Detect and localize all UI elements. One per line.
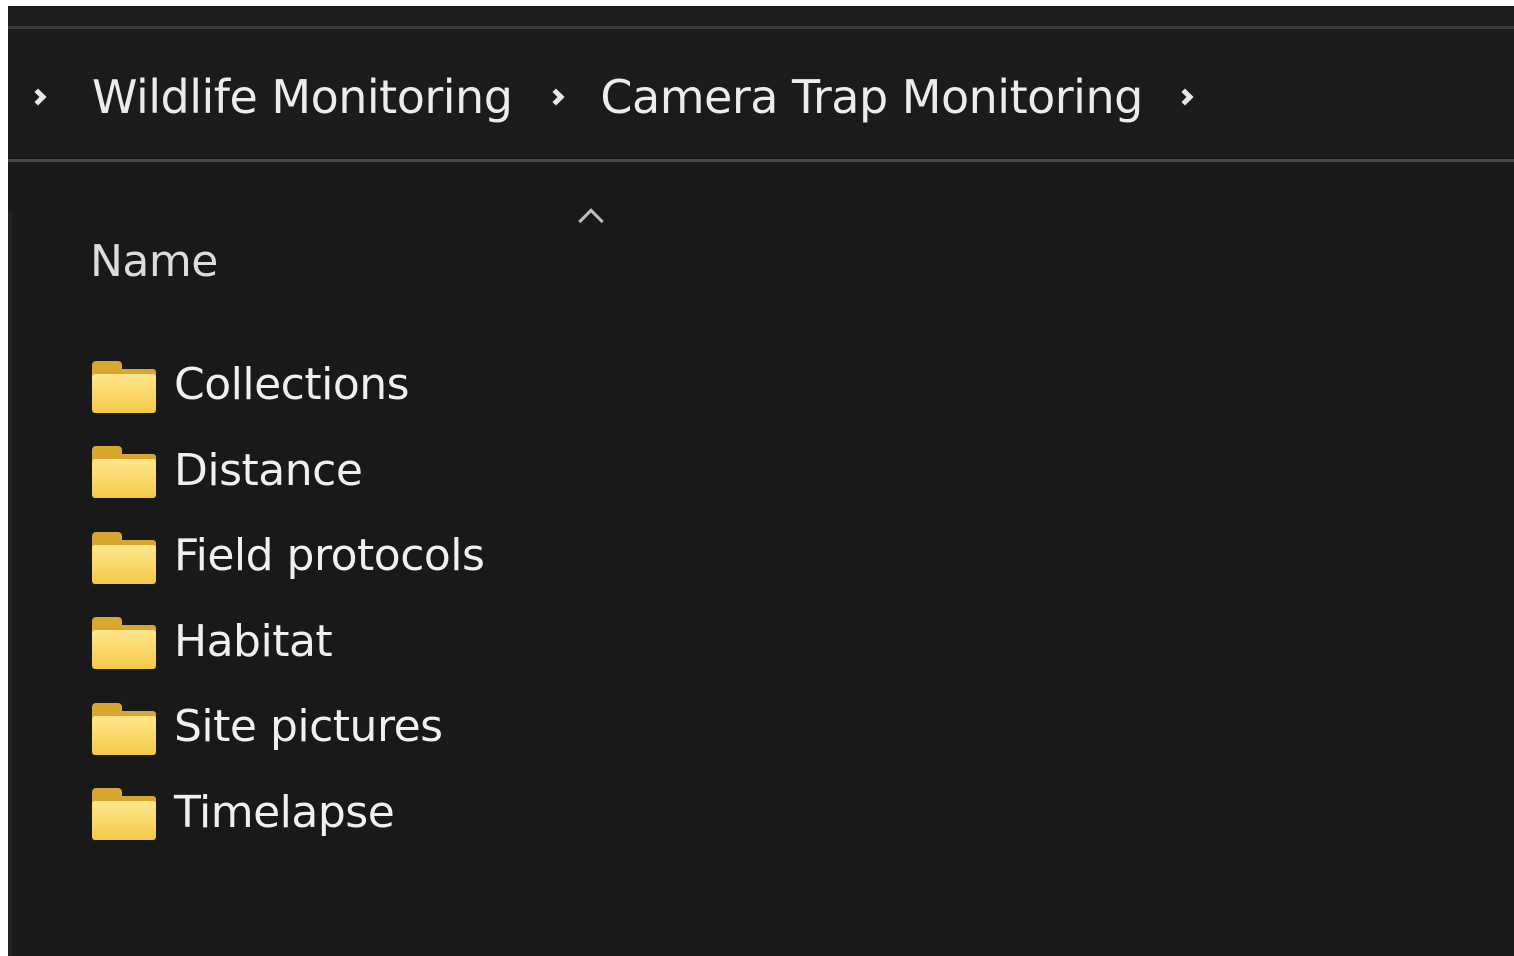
file-name: Distance — [174, 444, 363, 496]
list-item[interactable]: Distance — [90, 428, 484, 514]
breadcrumb: Wildlife Monitoring Camera Trap Monitori… — [8, 69, 1194, 125]
chevron-right-icon[interactable] — [547, 88, 565, 106]
address-bar[interactable]: Wildlife Monitoring Camera Trap Monitori… — [8, 29, 1514, 161]
folder-icon — [90, 528, 158, 584]
list-item[interactable]: Collections — [90, 342, 484, 428]
folder-icon — [90, 613, 158, 670]
list-item[interactable]: Site pictures — [90, 684, 484, 770]
folder-icon — [90, 784, 158, 841]
list-item[interactable]: Field protocols — [90, 513, 485, 599]
folder-icon — [90, 357, 158, 413]
pane-edge — [8, 212, 12, 956]
chevron-right-icon[interactable] — [29, 88, 47, 106]
file-name: Collections — [174, 359, 410, 411]
file-name: Habitat — [174, 615, 333, 667]
column-header-name[interactable]: Name — [90, 236, 218, 287]
sort-ascending-icon — [578, 208, 604, 234]
list-item[interactable]: Timelapse — [90, 770, 484, 856]
breadcrumb-item-camera-trap-monitoring[interactable]: Camera Trap Monitoring — [600, 70, 1143, 124]
folder-icon — [90, 699, 158, 755]
file-list-pane: Name Collections Distance Field protocol… — [8, 162, 1514, 956]
chevron-right-icon[interactable] — [1176, 88, 1194, 106]
breadcrumb-item-wildlife-monitoring[interactable]: Wildlife Monitoring — [92, 70, 513, 124]
folder-icon — [90, 442, 158, 499]
file-list: Collections Distance Field protocols Hab… — [90, 342, 485, 856]
file-name: Field protocols — [174, 530, 485, 582]
list-item[interactable]: Habitat — [90, 599, 484, 685]
file-explorer-window: Wildlife Monitoring Camera Trap Monitori… — [8, 6, 1514, 956]
file-name: Site pictures — [174, 701, 443, 753]
file-name: Timelapse — [174, 786, 395, 838]
